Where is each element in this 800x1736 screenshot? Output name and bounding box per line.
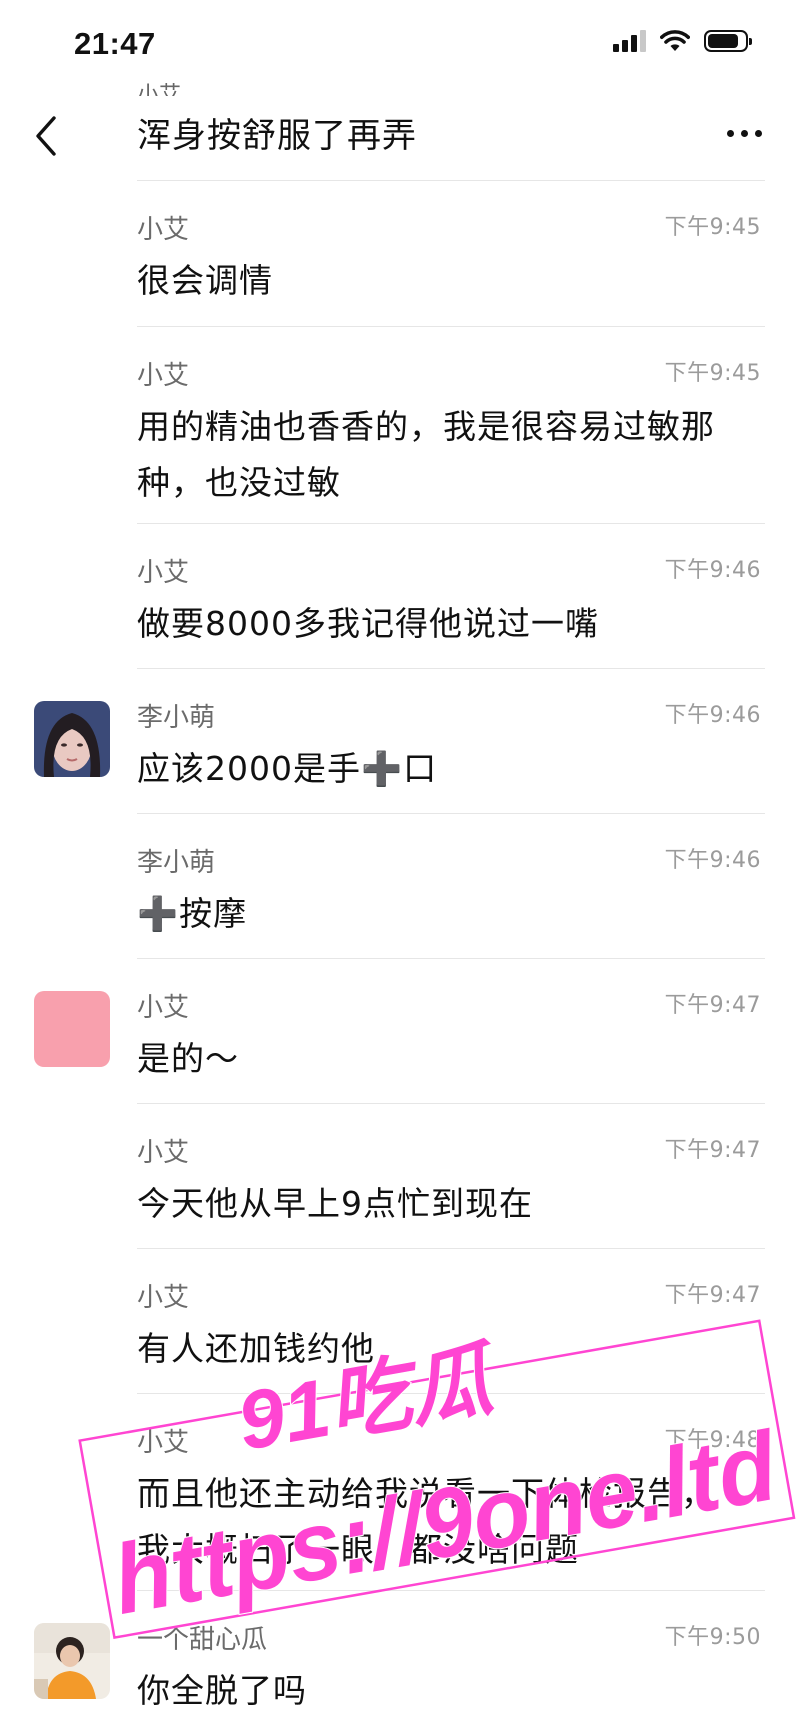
message-sender: 小艾 [137,993,190,1023]
list-item[interactable]: 李小萌 下午9:46 ➕按摩 [137,813,765,958]
message-time: 下午9:46 [664,558,761,583]
message-time: 下午9:50 [664,1625,761,1650]
list-item[interactable]: 小艾 下午9:45 很会调情 [137,180,765,326]
more-dots-icon[interactable] [727,130,762,137]
message-text: 应该2000是手➕口 [137,749,438,788]
message-text: 用的精油也香香的，我是很容易过敏那种，也没过敏 [137,407,715,502]
status-time: 21:47 [74,26,156,61]
signal-icon [613,30,646,52]
list-item[interactable]: 小艾 下午9:47 是的～ [34,958,765,1103]
list-item[interactable]: 李小萌 下午9:46 应该2000是手➕口 [34,668,765,813]
status-icons [613,30,752,52]
status-bar: 21:47 [0,0,800,90]
message-text: 今天他从早上9点忙到现在 [137,1184,533,1223]
message-text: 很会调情 [137,261,273,300]
list-item[interactable]: 小艾 下午9:47 有人还加钱约他 [137,1248,765,1393]
avatar[interactable] [34,1623,110,1699]
avatar[interactable] [34,991,110,1067]
message-text: 你全脱了吗 [137,1671,307,1710]
message-text: 有人还加钱约他 [137,1329,375,1368]
message-time: 下午9:47 [664,1283,761,1308]
message-sender: 李小萌 [137,703,216,733]
message-sender: 小艾 [137,361,190,391]
message-sender: 一个甜心瓜 [137,1625,268,1655]
message-time: 下午9:48 [664,1428,761,1453]
message-text: 做要8000多我记得他说过一嘴 [137,604,599,643]
message-list: 小艾 下午9:45 很会调情 小艾 下午9:45 用的精油也香香的，我是很容易过… [0,180,800,1736]
list-item[interactable]: 小艾 下午9:48 而且他还主动给我说看一下体检报告，我大概扫了一眼，都没啥问题 [137,1393,765,1590]
wifi-icon [660,30,690,51]
list-item[interactable]: 小艾 下午9:45 用的精油也香香的，我是很容易过敏那种，也没过敏 [137,326,765,523]
page-title: 浑身按舒服了再弄 [137,116,417,156]
message-time: 下午9:46 [664,848,761,873]
message-sender: 小艾 [137,215,190,245]
nav-bar: 小艾 浑身按舒服了再弄 [0,83,800,180]
message-time: 下午9:45 [664,361,761,386]
message-sender: 小艾 [137,1283,190,1313]
message-time: 下午9:45 [664,215,761,240]
list-item[interactable]: 小艾 下午9:46 做要8000多我记得他说过一嘴 [137,523,765,668]
message-text: 而且他还主动给我说看一下体检报告，我大概扫了一眼，都没啥问题 [137,1474,715,1569]
chevron-left-icon[interactable] [30,112,64,160]
message-time: 下午9:46 [664,703,761,728]
list-item[interactable]: 小艾 下午9:47 今天他从早上9点忙到现在 [137,1103,765,1248]
avatar[interactable] [34,701,110,777]
message-time: 下午9:47 [664,993,761,1018]
battery-icon [704,30,752,52]
nav-cut-sender: 小艾 [137,83,182,96]
list-item[interactable]: 一个甜心瓜 下午9:50 你全脱了吗 [34,1590,765,1736]
message-text: ➕按摩 [137,894,248,933]
message-sender: 小艾 [137,1138,190,1168]
message-sender: 小艾 [137,558,190,588]
message-sender: 小艾 [137,1428,190,1458]
message-text: 是的～ [137,1039,239,1078]
message-sender: 李小萌 [137,848,216,878]
message-time: 下午9:47 [664,1138,761,1163]
